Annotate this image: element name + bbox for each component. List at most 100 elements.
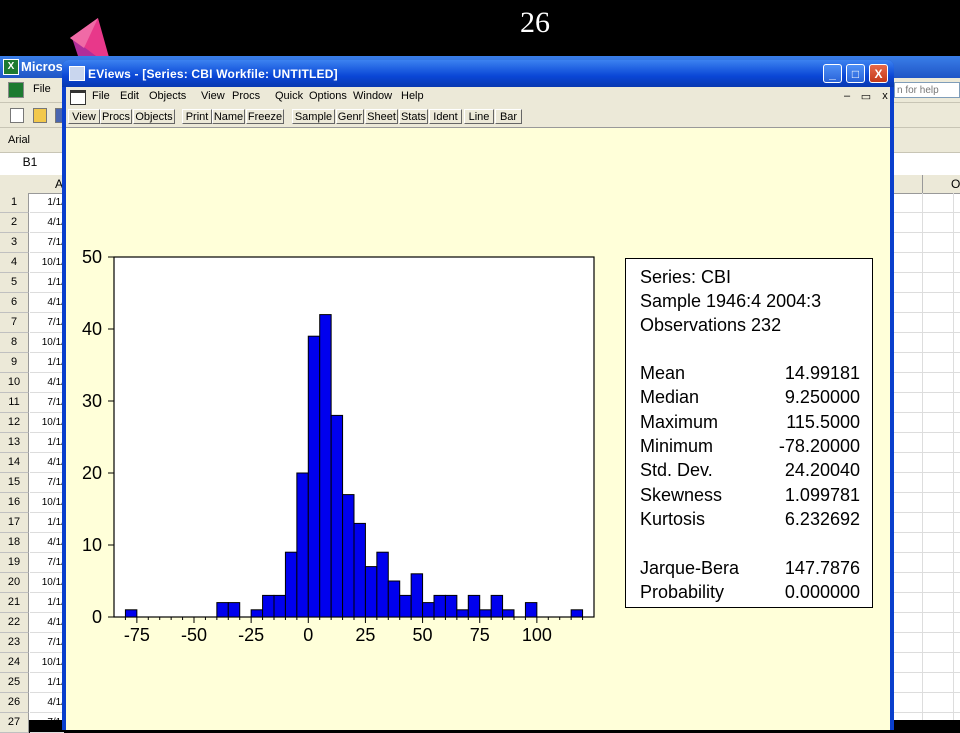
row-header[interactable]: 11 (0, 393, 29, 413)
cell-a[interactable]: 7/1/ (30, 233, 64, 253)
row-header[interactable]: 10 (0, 373, 29, 393)
cell-a[interactable]: 7/1/ (30, 713, 64, 733)
row-header[interactable]: 23 (0, 633, 29, 653)
histogram-view: -75 -50 -25 0 25 50 75 100 0 10 20 30 40 50 Series: C… (66, 128, 890, 730)
cell-a[interactable]: 4/1/ (30, 613, 64, 633)
cell-a[interactable]: 10/1/ (30, 333, 64, 353)
histogram-bar (433, 594, 446, 618)
cell-a[interactable]: 7/1/ (30, 313, 64, 333)
child-restore-button[interactable]: ▭ (859, 90, 873, 103)
row-header[interactable]: 4 (0, 253, 29, 273)
table-row: 14 4/1/ (0, 453, 64, 473)
excel-grid[interactable] (892, 193, 960, 720)
new-file-icon[interactable] (10, 108, 24, 123)
font-name-select[interactable]: Arial (8, 134, 30, 146)
column-header-o[interactable]: O (951, 177, 960, 191)
row-header[interactable]: 2 (0, 213, 29, 233)
toolbar-genr-button[interactable]: Genr (336, 109, 364, 124)
toolbar-procs-button[interactable]: Procs (100, 109, 132, 124)
child-close-button[interactable]: x (878, 90, 892, 102)
toolbar-freeze-button[interactable]: Freeze (246, 109, 284, 124)
eviews-menu-bar: – ▭ x File Edit Objects View Procs Quick Optio… (66, 87, 890, 107)
toolbar-ident-button[interactable]: Ident (429, 109, 462, 124)
toolbar-view-button[interactable]: View (68, 109, 100, 124)
menu-procs[interactable]: Procs (232, 90, 260, 102)
row-header[interactable]: 12 (0, 413, 29, 433)
cell-a[interactable]: 1/1/ (30, 513, 64, 533)
row-header[interactable]: 1 (0, 193, 29, 213)
row-header[interactable]: 27 (0, 713, 29, 733)
child-window-icon[interactable] (70, 90, 86, 105)
cell-a[interactable]: 1/1/ (30, 273, 64, 293)
toolbar-sample-button[interactable]: Sample (292, 109, 335, 124)
x-tick-label: 50 (413, 625, 433, 645)
toolbar-sheet-button[interactable]: Sheet (365, 109, 398, 124)
row-header[interactable]: 5 (0, 273, 29, 293)
cell-a[interactable]: 1/1/ (30, 673, 64, 693)
menu-options[interactable]: Options (309, 90, 347, 102)
row-header[interactable]: 19 (0, 553, 29, 573)
cell-a[interactable]: 4/1/ (30, 293, 64, 313)
excel-doc-icon[interactable] (8, 82, 24, 98)
menu-edit[interactable]: Edit (120, 90, 139, 102)
row-header[interactable]: 25 (0, 673, 29, 693)
cell-a[interactable]: 10/1/ (30, 653, 64, 673)
cell-a[interactable]: 4/1/ (30, 533, 64, 553)
cell-a[interactable]: 10/1/ (30, 573, 64, 593)
cell-a[interactable]: 7/1/ (30, 473, 64, 493)
row-header[interactable]: 22 (0, 613, 29, 633)
cell-a[interactable]: 1/1/ (30, 593, 64, 613)
name-box[interactable]: B1 (0, 155, 60, 169)
eviews-app-icon[interactable] (69, 66, 85, 81)
cell-a[interactable]: 10/1/ (30, 493, 64, 513)
cell-a[interactable]: 1/1/ (30, 433, 64, 453)
cell-a[interactable]: 7/1/ (30, 553, 64, 573)
excel-menu-file[interactable]: File (33, 83, 51, 95)
excel-help-box[interactable]: n for help (894, 82, 960, 98)
cell-a[interactable]: 10/1/ (30, 413, 64, 433)
cell-a[interactable]: 1/1/ (30, 193, 64, 213)
row-header[interactable]: 13 (0, 433, 29, 453)
row-header[interactable]: 6 (0, 293, 29, 313)
row-header[interactable]: 17 (0, 513, 29, 533)
child-minimize-button[interactable]: – (840, 90, 854, 102)
row-header[interactable]: 24 (0, 653, 29, 673)
menu-quick[interactable]: Quick (275, 90, 303, 102)
row-header[interactable]: 9 (0, 353, 29, 373)
menu-window[interactable]: Window (353, 90, 392, 102)
menu-file[interactable]: File (92, 90, 110, 102)
row-header[interactable]: 18 (0, 533, 29, 553)
cell-a[interactable]: 7/1/ (30, 393, 64, 413)
toolbar-bar-button[interactable]: Bar (495, 109, 522, 124)
menu-help[interactable]: Help (401, 90, 424, 102)
row-header[interactable]: 3 (0, 233, 29, 253)
cell-a[interactable]: 1/1/ (30, 353, 64, 373)
excel-app-icon: X (3, 59, 19, 75)
toolbar-line-button[interactable]: Line (464, 109, 494, 124)
cell-a[interactable]: 4/1/ (30, 693, 64, 713)
close-button[interactable]: X (869, 64, 888, 83)
cell-a[interactable]: 4/1/ (30, 453, 64, 473)
maximize-button[interactable]: □ (846, 64, 865, 83)
cell-a[interactable]: 4/1/ (30, 213, 64, 233)
toolbar-print-button[interactable]: Print (182, 109, 212, 124)
row-header[interactable]: 26 (0, 693, 29, 713)
row-header[interactable]: 15 (0, 473, 29, 493)
row-header[interactable]: 8 (0, 333, 29, 353)
toolbar-name-button[interactable]: Name (212, 109, 245, 124)
menu-view[interactable]: View (201, 90, 225, 102)
row-header[interactable]: 20 (0, 573, 29, 593)
cell-a[interactable]: 4/1/ (30, 373, 64, 393)
toolbar-objects-button[interactable]: Objects (133, 109, 175, 124)
row-header[interactable]: 7 (0, 313, 29, 333)
row-header[interactable]: 21 (0, 593, 29, 613)
eviews-title-bar[interactable]: EViews - [Series: CBI Workfile: UNTITLED… (62, 60, 894, 87)
cell-a[interactable]: 7/1/ (30, 633, 64, 653)
cell-a[interactable]: 10/1/ (30, 253, 64, 273)
toolbar-stats-button[interactable]: Stats (399, 109, 428, 124)
row-header[interactable]: 16 (0, 493, 29, 513)
menu-objects[interactable]: Objects (149, 90, 186, 102)
minimize-button[interactable]: _ (823, 64, 842, 83)
row-header[interactable]: 14 (0, 453, 29, 473)
open-folder-icon[interactable] (33, 108, 47, 123)
